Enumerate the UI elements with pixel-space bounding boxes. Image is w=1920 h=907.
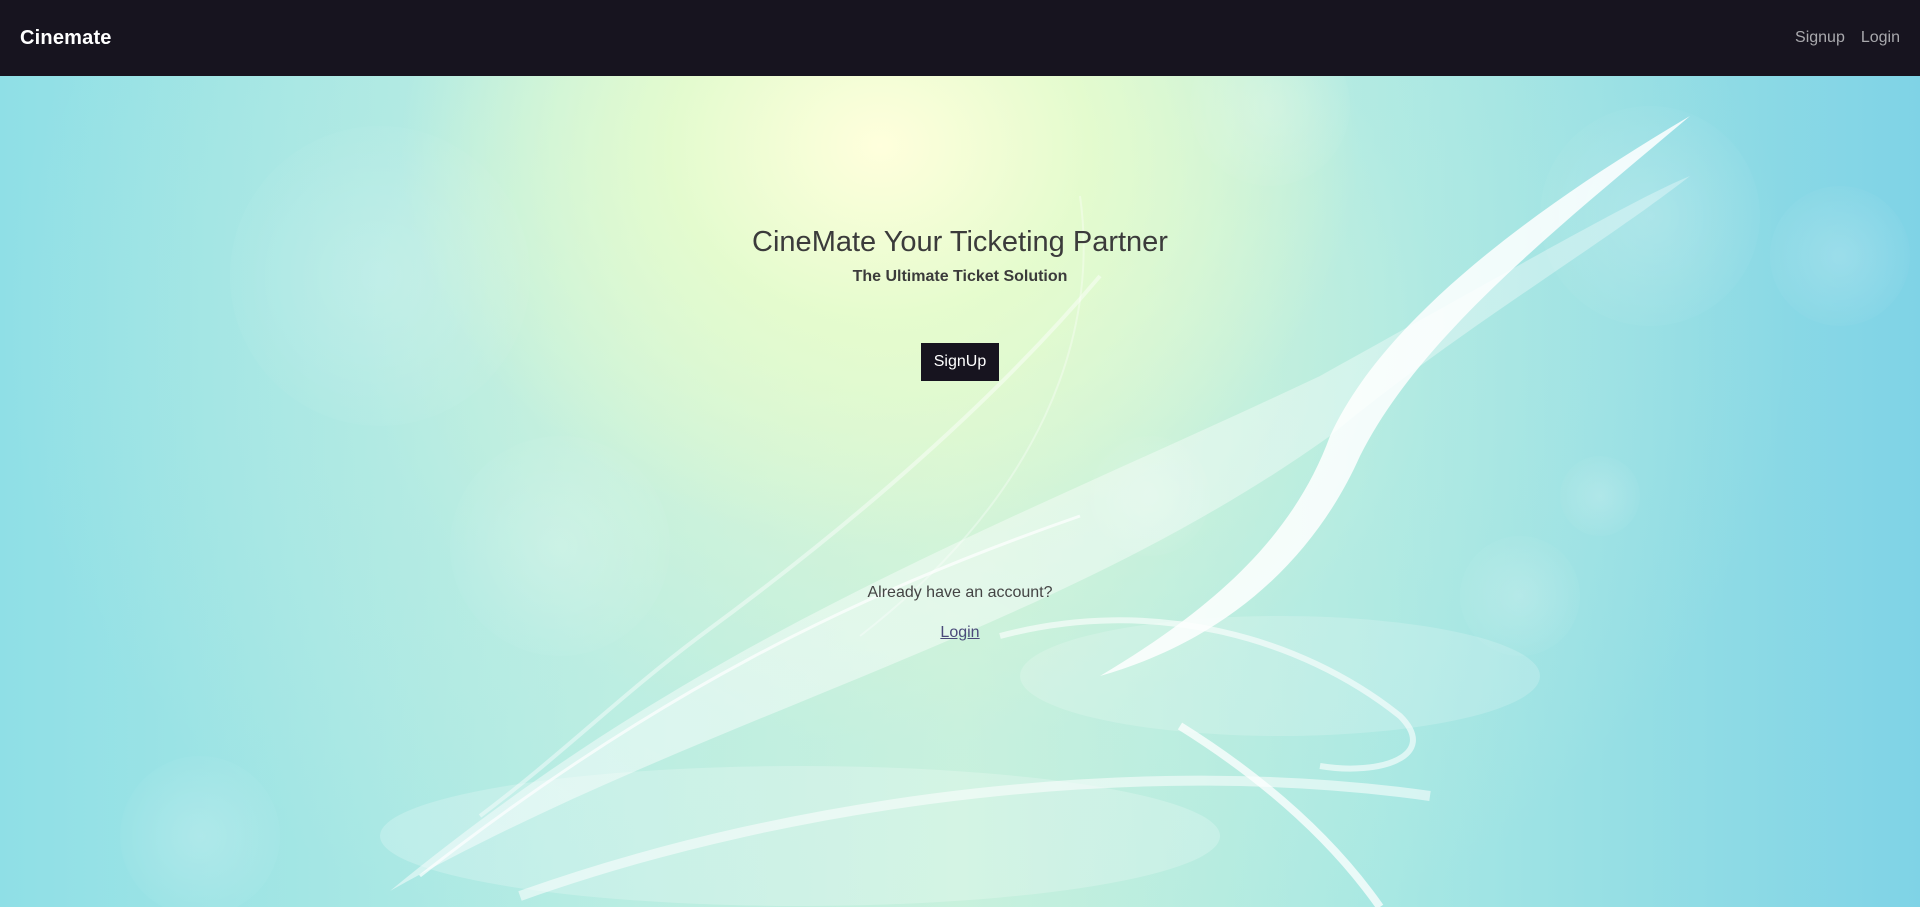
background-decoration [120, 76, 1910, 907]
nav-links: Signup Login [1795, 29, 1900, 47]
hero-title: CineMate Your Ticketing Partner [752, 226, 1168, 258]
nav-login-link[interactable]: Login [1861, 29, 1900, 47]
top-navbar: Cinemate Signup Login [0, 0, 1920, 76]
brand-logo[interactable]: Cinemate [20, 27, 112, 50]
login-link: Login [0, 624, 1920, 642]
signup-button[interactable]: SignUp [921, 343, 999, 381]
hero-section: CineMate Your Ticketing Partner The Ulti… [0, 76, 1920, 907]
account-prompt: Already have an account? [867, 584, 1053, 601]
login-link-anchor[interactable]: Login [940, 624, 979, 641]
hero-subtitle: The Ultimate Ticket Solution [852, 268, 1068, 285]
nav-signup-link[interactable]: Signup [1795, 29, 1845, 47]
